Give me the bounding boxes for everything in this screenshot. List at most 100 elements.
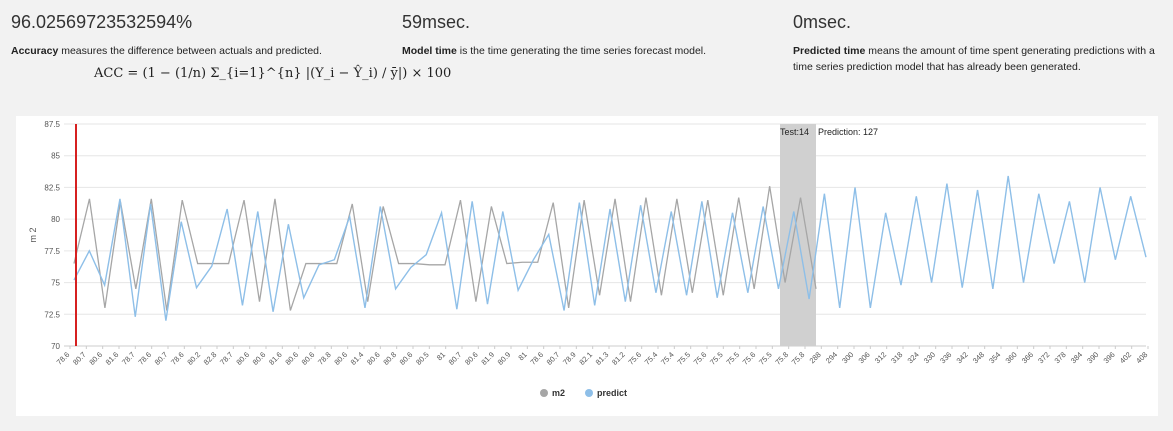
predicted-time-value: 0msec. xyxy=(793,12,852,32)
x-tick-label: 75.4 xyxy=(643,350,660,367)
x-tick-label: 75.8 xyxy=(790,350,807,367)
y-tick-label: 85 xyxy=(51,152,60,161)
x-tick-label: 80.6 xyxy=(365,350,382,367)
legend-marker-m2 xyxy=(540,389,548,397)
x-tick-label: 80.8 xyxy=(381,350,398,367)
x-tick-label: 348 xyxy=(971,350,986,365)
x-tick-label: 81.2 xyxy=(610,350,627,367)
x-tick-label: 80.6 xyxy=(332,350,349,367)
x-tick-label: 300 xyxy=(840,350,855,365)
x-tick-label: 81.9 xyxy=(479,350,496,367)
x-tick-label: 80.6 xyxy=(398,350,415,367)
x-tick-label: 81.6 xyxy=(104,350,121,367)
y-axis-label: m 2 xyxy=(28,227,38,242)
model-time-value: 59msec. xyxy=(402,12,471,32)
model-time-description: Model time is the time generating the ti… xyxy=(402,43,762,59)
x-tick-label: 78.6 xyxy=(169,350,186,367)
x-tick-label: 81.3 xyxy=(594,350,611,367)
x-tick-label: 318 xyxy=(889,350,904,365)
x-tick-label: 81 xyxy=(516,350,528,362)
accuracy-value: 96.02569723532594% xyxy=(11,12,193,32)
formula-text: ACC = (1 − (1/n) Σ_{i=1}^{n} |(Y_i − Ŷ_i… xyxy=(94,66,452,81)
x-tick-label: 80.6 xyxy=(87,350,104,367)
legend-label-predict: predict xyxy=(597,388,627,398)
x-tick-label: 78.7 xyxy=(120,350,137,367)
x-tick-label: 81.6 xyxy=(267,350,284,367)
x-tick-label: 82.1 xyxy=(577,350,594,367)
legend-label-m2: m2 xyxy=(552,388,565,398)
x-tick-label: 80.9 xyxy=(496,350,513,367)
y-tick-label: 80 xyxy=(51,215,60,224)
x-tick-label: 80.7 xyxy=(153,350,170,367)
x-tick-label: 378 xyxy=(1053,350,1068,365)
y-tick-label: 70 xyxy=(51,342,60,351)
x-tick-label: 75.5 xyxy=(757,350,774,367)
chart-panel: 87.5 85 82.5 80 77.5 75 72.5 70 m 2 Test:14 Predic… xyxy=(16,116,1158,416)
x-tick-label: 75.8 xyxy=(773,350,790,367)
x-tick-label: 81.4 xyxy=(349,350,366,367)
x-tick-label: 75.5 xyxy=(708,350,725,367)
x-tick-label: 324 xyxy=(906,350,921,365)
predicted-time-metric: 0msec. Predicted time means the amount o… xyxy=(793,12,1163,75)
x-tick-label: 80.7 xyxy=(71,350,88,367)
x-tick-label: 330 xyxy=(922,350,937,365)
accuracy-text: measures the difference between actuals … xyxy=(58,45,322,57)
highlight-test-label: Test:14 xyxy=(780,127,809,137)
x-tick-label: 366 xyxy=(1020,350,1035,365)
x-tick-label: 80.6 xyxy=(463,350,480,367)
y-tick-label: 75 xyxy=(51,279,60,288)
model-time-text: is the time generating the time series f… xyxy=(456,45,707,57)
x-tick-label: 75.5 xyxy=(675,350,692,367)
x-tick-label: 288 xyxy=(808,350,823,365)
y-tick-label: 82.5 xyxy=(44,183,60,192)
legend-marker-predict xyxy=(585,389,593,397)
x-tick-label: 408 xyxy=(1134,350,1149,365)
predicted-time-term: Predicted time xyxy=(793,45,866,57)
x-tick-label: 336 xyxy=(938,350,953,365)
y-tick-label: 72.5 xyxy=(44,310,60,319)
x-tick-label: 78.6 xyxy=(528,350,545,367)
x-tick-label: 75.6 xyxy=(741,350,758,367)
x-tick-label: 342 xyxy=(955,350,970,365)
accuracy-description: Accuracy measures the difference between… xyxy=(11,43,371,59)
x-tick-label: 354 xyxy=(987,350,1002,365)
x-tick-label: 384 xyxy=(1069,350,1084,365)
x-tick-label: 294 xyxy=(824,350,839,365)
x-tick-label: 75.4 xyxy=(659,350,676,367)
accuracy-metric: 96.02569723532594% Accuracy measures the… xyxy=(11,12,371,59)
x-tick-label: 80.6 xyxy=(251,350,268,367)
accuracy-formula: ACC = (1 − (1/n) Σ_{i=1}^{n} |(Y_i − Ŷ_i… xyxy=(94,66,451,81)
x-tick-label: 78.7 xyxy=(218,350,235,367)
model-time-term: Model time xyxy=(402,45,457,57)
highlight-prediction-label: Prediction: 127 xyxy=(818,127,878,137)
model-time-metric: 59msec. Model time is the time generatin… xyxy=(402,12,762,59)
x-tick-label: 75.6 xyxy=(692,350,709,367)
x-tick-label: 81 xyxy=(435,350,447,362)
x-tick-label: 80.7 xyxy=(447,350,464,367)
x-tick-label: 306 xyxy=(857,350,872,365)
x-tick-label: 80.6 xyxy=(300,350,317,367)
y-tick-label: 77.5 xyxy=(44,247,60,256)
x-tick-label: 80.6 xyxy=(283,350,300,367)
x-tick-label: 78.8 xyxy=(316,350,333,367)
x-tick-label: 80.7 xyxy=(545,350,562,367)
series-line-predict xyxy=(73,175,1147,321)
x-tick-label: 75.5 xyxy=(724,350,741,367)
x-tick-label: 78.9 xyxy=(561,350,578,367)
x-tick-label: 402 xyxy=(1118,350,1133,365)
x-tick-label: 80.5 xyxy=(414,350,431,367)
timeseries-chart[interactable]: 87.5 85 82.5 80 77.5 75 72.5 70 m 2 Test:14 Predic… xyxy=(16,116,1158,416)
x-tick-label: 75.6 xyxy=(626,350,643,367)
x-tick-label: 80.2 xyxy=(185,350,202,367)
x-tick-label: 82.8 xyxy=(202,350,219,367)
x-tick-label: 80.6 xyxy=(234,350,251,367)
x-tick-label: 78.6 xyxy=(55,350,72,367)
x-tick-label: 396 xyxy=(1102,350,1117,365)
predicted-time-description: Predicted time means the amount of time … xyxy=(793,43,1163,75)
x-tick-label: 360 xyxy=(1004,350,1019,365)
x-tick-label: 390 xyxy=(1085,350,1100,365)
x-tick-label: 78.6 xyxy=(136,350,153,367)
x-tick-label: 312 xyxy=(873,350,888,365)
series-line-m2 xyxy=(73,186,817,311)
x-tick-label: 372 xyxy=(1036,350,1051,365)
